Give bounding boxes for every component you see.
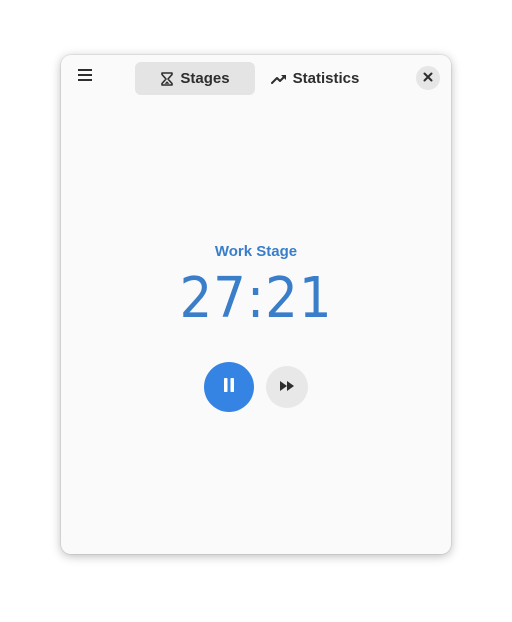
header-bar: Stages Statistics [61, 55, 451, 102]
skip-forward-icon [280, 378, 294, 396]
hamburger-menu-icon [77, 68, 93, 87]
tab-stages[interactable]: Stages [135, 62, 255, 95]
timer-display: 27:21 [179, 266, 333, 331]
skip-button[interactable] [266, 366, 308, 408]
close-icon [423, 69, 433, 87]
stage-label: Work Stage [214, 243, 298, 260]
close-button[interactable] [416, 66, 440, 90]
main-menu-button[interactable] [71, 63, 99, 91]
pause-button[interactable] [204, 362, 254, 412]
tab-statistics[interactable]: Statistics [265, 62, 365, 95]
trending-up-icon [270, 73, 287, 85]
hourglass-icon [160, 71, 174, 86]
pause-icon [223, 377, 235, 397]
tab-statistics-label: Statistics [292, 70, 360, 87]
tab-stages-label: Stages [180, 70, 230, 87]
app-window: Stages Statistics Work Stage 27:21 [61, 55, 451, 554]
